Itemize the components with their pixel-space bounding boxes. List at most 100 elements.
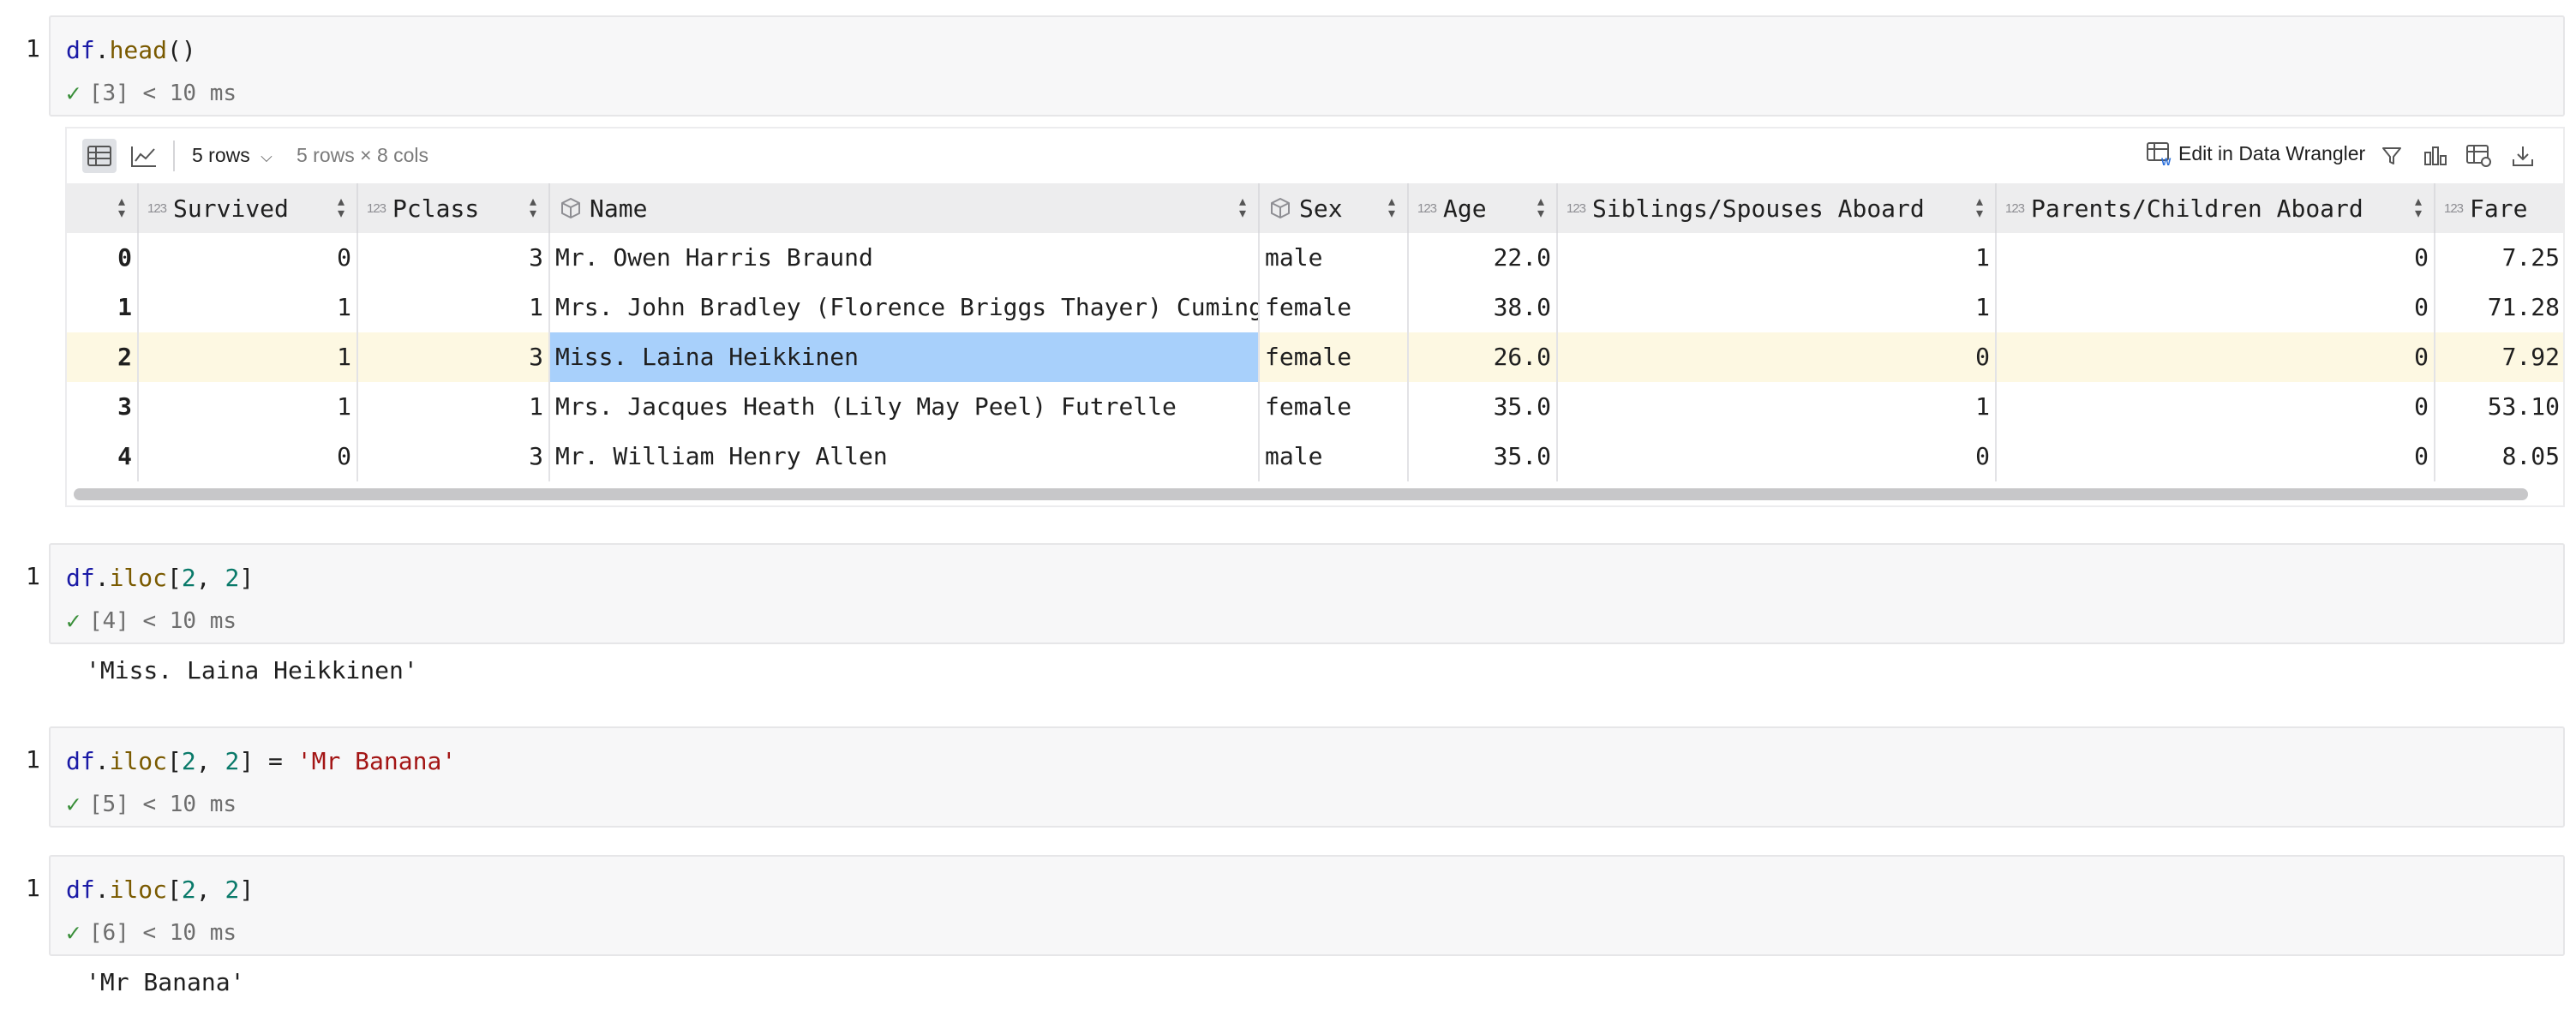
code-cell-2[interactable]: df.iloc[2, 2] ✓ [4] < 10 ms bbox=[49, 543, 2565, 644]
column-header-sex[interactable]: Sex ▴ ▾ bbox=[1260, 183, 1409, 233]
table-row[interactable]: 1 1 1 Mrs. John Bradley (Florence Briggs… bbox=[67, 283, 2563, 332]
table-cell[interactable]: 1 bbox=[1558, 382, 1997, 432]
table-cell[interactable]: female bbox=[1260, 283, 1409, 332]
table-cell[interactable]: 1 bbox=[358, 382, 550, 432]
table-cell[interactable]: 3 bbox=[358, 233, 550, 283]
table-cell[interactable]: Mr. Owen Harris Braund bbox=[550, 233, 1260, 283]
download-button[interactable] bbox=[2506, 139, 2540, 173]
table-cell[interactable]: 71.28 bbox=[2435, 283, 2565, 332]
table-cell[interactable]: male bbox=[1260, 432, 1409, 481]
table-cell[interactable]: 35.0 bbox=[1409, 382, 1558, 432]
object-type-icon bbox=[561, 198, 580, 218]
table-view-button[interactable] bbox=[82, 139, 117, 173]
check-icon: ✓ bbox=[66, 790, 81, 818]
column-stats-button[interactable] bbox=[2418, 139, 2453, 173]
column-header-name[interactable]: Name ▴ ▾ bbox=[550, 183, 1260, 233]
cell-2-output: 'Miss. Laina Heikkinen' bbox=[86, 656, 418, 684]
table-cell[interactable]: 1 bbox=[139, 283, 358, 332]
column-header-fare[interactable]: 123 Fare bbox=[2435, 183, 2565, 233]
numeric-type-icon: 123 bbox=[147, 200, 167, 216]
table-cell[interactable]: 0 bbox=[1997, 233, 2435, 283]
sort-icon: ▴ ▾ bbox=[529, 193, 536, 221]
table-cell[interactable]: 53.10 bbox=[2435, 382, 2565, 432]
chart-view-button[interactable] bbox=[127, 139, 161, 173]
filter-button[interactable] bbox=[2375, 139, 2409, 173]
code-cell-1[interactable]: df.head() ✓ [3] < 10 ms bbox=[49, 15, 2565, 117]
cell-status: ✓ [6] < 10 ms bbox=[66, 918, 237, 947]
table-cell[interactable]: 35.0 bbox=[1409, 432, 1558, 481]
table-row[interactable]: 0 0 3 Mr. Owen Harris Braund male 22.0 1… bbox=[67, 233, 2563, 283]
table-cell[interactable]: Mrs. John Bradley (Florence Briggs Thaye… bbox=[550, 283, 1260, 332]
table-cell[interactable]: female bbox=[1260, 382, 1409, 432]
table-cell[interactable]: Mrs. Jacques Heath (Lily May Peel) Futre… bbox=[550, 382, 1260, 432]
table-cell[interactable]: 0 bbox=[1558, 332, 1997, 382]
table-cell[interactable]: 1 bbox=[139, 382, 358, 432]
code-line[interactable]: df.head() bbox=[66, 36, 196, 64]
row-index: 4 bbox=[67, 432, 139, 481]
table-row[interactable]: 3 1 1 Mrs. Jacques Heath (Lily May Peel)… bbox=[67, 382, 2563, 432]
index-column-header[interactable]: ▴ ▾ bbox=[67, 183, 139, 233]
cell-2-execution-number: 1 bbox=[26, 562, 40, 590]
code-cell-4[interactable]: df.iloc[2, 2] ✓ [6] < 10 ms bbox=[49, 855, 2565, 956]
table-cell[interactable]: 0 bbox=[1997, 332, 2435, 382]
sort-icon: ▴ ▾ bbox=[337, 193, 344, 221]
sort-icon: ▴ ▾ bbox=[1537, 193, 1544, 221]
code-line[interactable]: df.iloc[2, 2] bbox=[66, 876, 254, 904]
table-cell[interactable]: 1 bbox=[1558, 233, 1997, 283]
dataframe-viewer: 5 rows ⌵ 5 rows × 8 cols W Edit in Data … bbox=[65, 127, 2565, 507]
table-cell[interactable]: 0 bbox=[1997, 432, 2435, 481]
column-header-survived[interactable]: 123 Survived ▴ ▾ bbox=[139, 183, 358, 233]
table-cell[interactable]: 0 bbox=[1997, 283, 2435, 332]
table-cell[interactable]: 26.0 bbox=[1409, 332, 1558, 382]
table-cell[interactable]: female bbox=[1260, 332, 1409, 382]
table-cell[interactable]: 0 bbox=[1558, 432, 1997, 481]
edit-in-data-wrangler-button[interactable]: W Edit in Data Wrangler bbox=[2146, 140, 2365, 166]
sort-icon: ▴ ▾ bbox=[2414, 193, 2422, 221]
numeric-type-icon: 123 bbox=[2005, 200, 2025, 216]
cell-status: ✓ [5] < 10 ms bbox=[66, 790, 237, 818]
table-cell[interactable]: 3 bbox=[358, 432, 550, 481]
column-header-siblings-spouses[interactable]: 123 Siblings/Spouses Aboard ▴ ▾ bbox=[1558, 183, 1997, 233]
column-header-age[interactable]: 123 Age ▴ ▾ bbox=[1409, 183, 1558, 233]
table-row[interactable]: 4 0 3 Mr. William Henry Allen male 35.0 … bbox=[67, 432, 2563, 481]
table-cell[interactable]: 0 bbox=[139, 432, 358, 481]
check-icon: ✓ bbox=[66, 79, 81, 107]
table-settings-button[interactable] bbox=[2462, 139, 2496, 173]
code-line[interactable]: df.iloc[2, 2] bbox=[66, 564, 254, 592]
check-icon: ✓ bbox=[66, 918, 81, 947]
sort-icon: ▴ ▾ bbox=[1387, 193, 1395, 221]
horizontal-scrollbar[interactable] bbox=[74, 488, 2528, 500]
table-cell[interactable]: 1 bbox=[358, 283, 550, 332]
column-header-pclass[interactable]: 123 Pclass ▴ ▾ bbox=[358, 183, 550, 233]
table-cell[interactable]: 38.0 bbox=[1409, 283, 1558, 332]
cell-status: ✓ [4] < 10 ms bbox=[66, 607, 237, 635]
cell-4-output: 'Mr Banana' bbox=[86, 968, 245, 996]
table-cell[interactable]: Mr. William Henry Allen bbox=[550, 432, 1260, 481]
table-cell[interactable]: 3 bbox=[358, 332, 550, 382]
table-cell[interactable]: 7.92 bbox=[2435, 332, 2565, 382]
cell-4-execution-number: 1 bbox=[26, 874, 40, 902]
table-cell[interactable]: 7.25 bbox=[2435, 233, 2565, 283]
download-icon bbox=[2513, 146, 2533, 166]
shape-label: 5 rows × 8 cols bbox=[297, 144, 429, 166]
table-cell[interactable]: 1 bbox=[139, 332, 358, 382]
table-cell[interactable]: 0 bbox=[1997, 382, 2435, 432]
rows-dropdown[interactable]: 5 rows ⌵ bbox=[192, 144, 273, 167]
table-cell[interactable]: 22.0 bbox=[1409, 233, 1558, 283]
code-cell-3[interactable]: df.iloc[2, 2] = 'Mr Banana' ✓ [5] < 10 ms bbox=[49, 726, 2565, 828]
row-index: 1 bbox=[67, 283, 139, 332]
selected-table-cell[interactable]: Miss. Laina Heikkinen bbox=[550, 332, 1260, 382]
table-row-highlighted[interactable]: 2 1 3 Miss. Laina Heikkinen female 26.0 … bbox=[67, 332, 2563, 382]
table-cell[interactable]: 1 bbox=[1558, 283, 1997, 332]
code-line[interactable]: df.iloc[2, 2] = 'Mr Banana' bbox=[66, 747, 456, 775]
table-cell[interactable]: 8.05 bbox=[2435, 432, 2565, 481]
numeric-type-icon: 123 bbox=[2444, 200, 2464, 216]
cell-3-execution-number: 1 bbox=[26, 745, 40, 774]
data-wrangler-icon: W bbox=[2147, 142, 2172, 166]
sort-icon: ▴ ▾ bbox=[1975, 193, 1983, 221]
column-header-parents-children[interactable]: 123 Parents/Children Aboard ▴ ▾ bbox=[1997, 183, 2435, 233]
table-cell[interactable]: 0 bbox=[139, 233, 358, 283]
object-type-icon bbox=[1271, 198, 1290, 218]
table-cell[interactable]: male bbox=[1260, 233, 1409, 283]
cell-status: ✓ [3] < 10 ms bbox=[66, 79, 237, 107]
